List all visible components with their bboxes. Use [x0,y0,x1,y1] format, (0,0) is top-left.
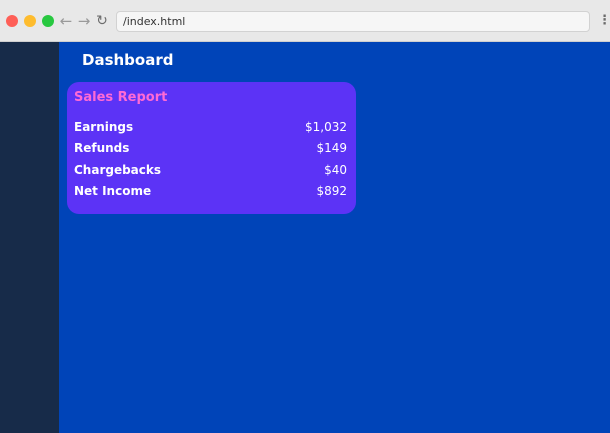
row-value: $1,032 [305,120,347,134]
card-title: Sales Report [74,90,168,105]
browser-toolbar: ← → ↻ /index.html ⋮ [0,0,610,42]
forward-arrow-icon[interactable]: → [76,11,92,31]
page-title: Dashboard [82,51,174,69]
maximize-window-icon[interactable] [42,15,54,27]
row-value: $892 [316,184,347,198]
menu-dots-icon[interactable]: ⋮ [598,12,610,30]
sidebar [0,42,59,433]
browser-window: ← → ↻ /index.html ⋮ Dashboard Sales Repo… [0,0,610,433]
row-label: Refunds [74,141,130,155]
row-value: $40 [324,163,347,177]
row-label: Chargebacks [74,163,162,177]
main-content: Dashboard Sales Report Earnings $1,032 R… [59,42,610,433]
address-bar[interactable]: /index.html [116,11,590,32]
minimize-window-icon[interactable] [24,15,36,27]
report-row-earnings: Earnings $1,032 [74,120,347,138]
sales-report-card: Sales Report Earnings $1,032 Refunds $14… [67,82,356,214]
row-label: Earnings [74,120,134,134]
row-label: Net Income [74,184,152,198]
report-row-refunds: Refunds $149 [74,141,347,159]
report-row-chargebacks: Chargebacks $40 [74,163,347,181]
row-value: $149 [316,141,347,155]
close-window-icon[interactable] [6,15,18,27]
reload-icon[interactable]: ↻ [94,11,110,31]
back-arrow-icon[interactable]: ← [58,11,74,31]
report-row-net-income: Net Income $892 [74,184,347,202]
